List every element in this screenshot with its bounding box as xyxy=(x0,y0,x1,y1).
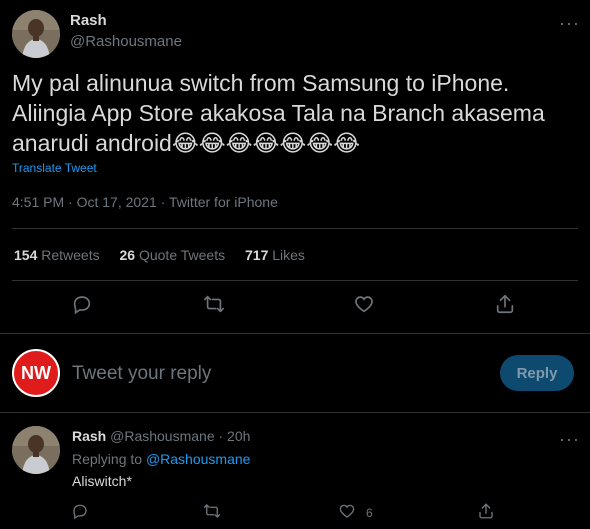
share-icon[interactable] xyxy=(494,293,516,315)
reply-like-count: 6 xyxy=(366,506,373,520)
divider xyxy=(0,412,590,413)
reply-author-handle[interactable]: @Rashousmane · 20h xyxy=(110,428,250,444)
quotes-count: 26 xyxy=(119,247,136,263)
like-icon[interactable] xyxy=(338,502,356,520)
comment-icon[interactable] xyxy=(71,293,93,315)
reply-author-line: Rash @Rashousmane · 20h xyxy=(72,428,250,444)
user-avatar[interactable]: NW xyxy=(12,349,60,397)
tweet-timestamp[interactable]: 4:51 PM · Oct 17, 2021 · Twitter for iPh… xyxy=(12,194,278,210)
retweets-count: 154 xyxy=(14,247,38,263)
quotes-stat[interactable]: 26 Quote Tweets xyxy=(120,247,226,263)
replying-prefix: Replying to xyxy=(72,451,143,467)
reply-author-avatar[interactable] xyxy=(12,426,60,474)
author-name[interactable]: Rash xyxy=(70,12,107,29)
replying-to-link[interactable]: @Rashousmane xyxy=(146,451,251,467)
retweet-icon[interactable] xyxy=(203,502,221,520)
likes-label: Likes xyxy=(272,247,305,263)
reply-input[interactable]: Tweet your reply xyxy=(72,363,211,385)
replying-to: Replying to @Rashousmane xyxy=(72,451,250,467)
tweet-text: My pal alinunua switch from Samsung to i… xyxy=(12,70,545,156)
divider xyxy=(12,280,578,281)
divider xyxy=(12,228,578,229)
author-avatar[interactable] xyxy=(12,10,60,58)
reply-button[interactable]: Reply xyxy=(500,355,574,391)
retweets-stat[interactable]: 154 Retweets xyxy=(14,247,100,263)
author-handle[interactable]: @Rashousmane xyxy=(70,33,182,50)
retweet-icon[interactable] xyxy=(203,293,225,315)
retweets-label: Retweets xyxy=(41,247,100,263)
like-icon[interactable] xyxy=(353,293,375,315)
divider xyxy=(0,333,590,334)
more-icon[interactable]: ··· xyxy=(559,14,580,32)
translate-link[interactable]: Translate Tweet xyxy=(12,161,97,175)
more-icon[interactable]: ··· xyxy=(559,430,580,448)
likes-stat[interactable]: 717 Likes xyxy=(245,247,305,263)
likes-count: 717 xyxy=(245,247,269,263)
comment-icon[interactable] xyxy=(71,502,89,520)
tweet-stats: 154 Retweets 26 Quote Tweets 717 Likes xyxy=(14,247,321,263)
share-icon[interactable] xyxy=(477,502,495,520)
quotes-label: Quote Tweets xyxy=(138,247,226,263)
reply-author-name[interactable]: Rash xyxy=(72,428,106,444)
reply-text: Aliswitch* xyxy=(72,473,132,489)
